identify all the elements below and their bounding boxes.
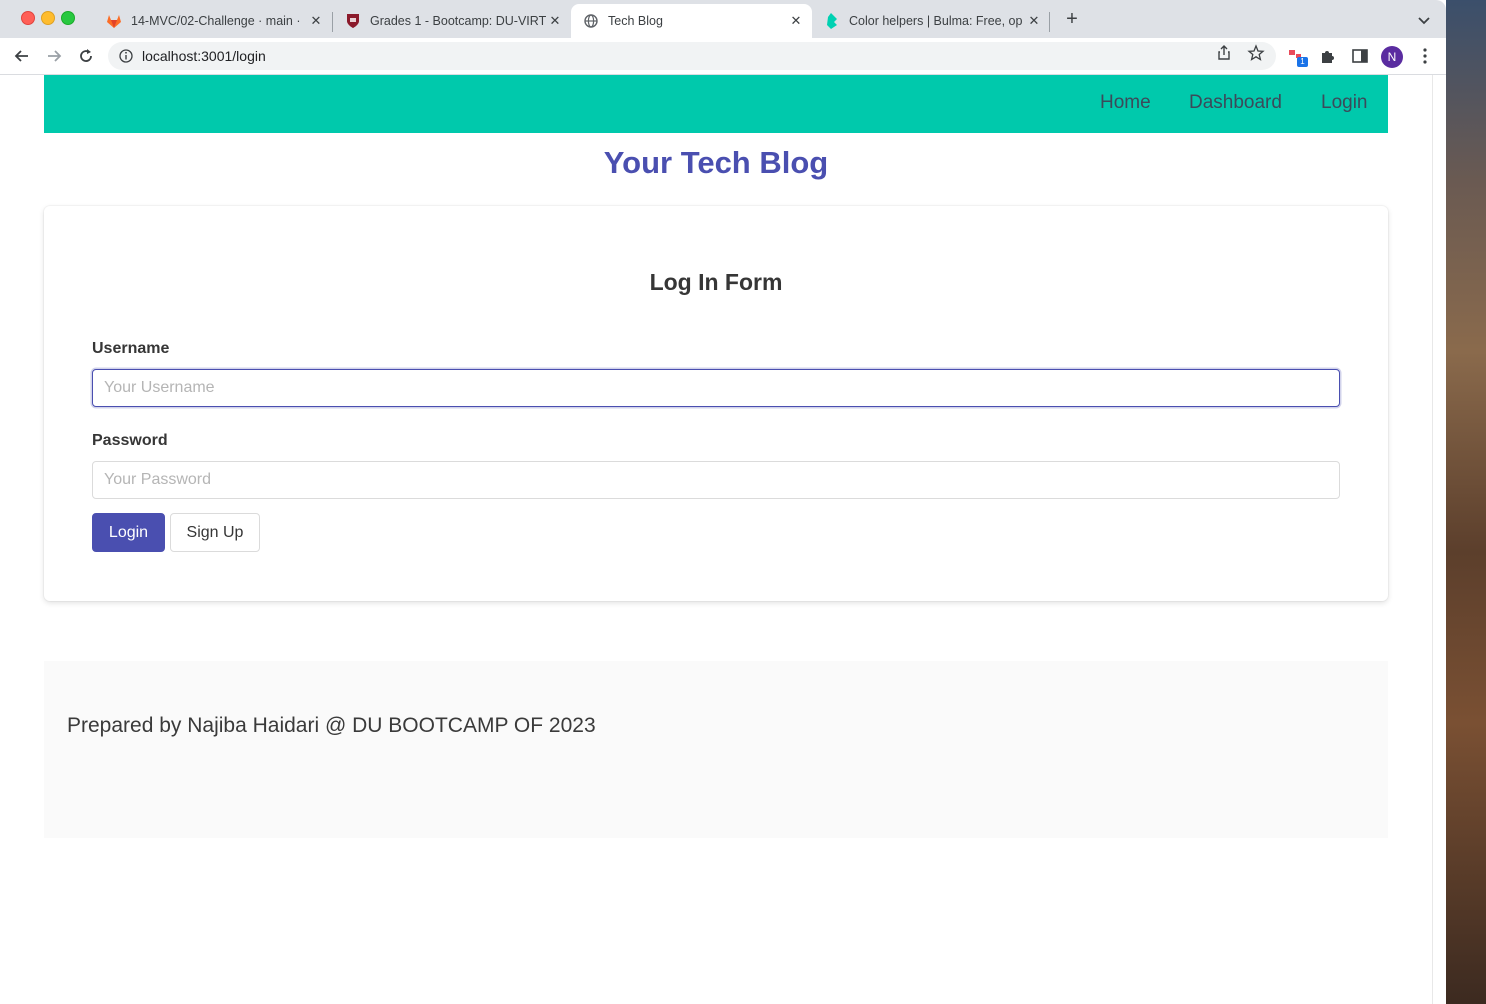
desktop-wallpaper <box>1446 0 1486 1004</box>
tab-divider <box>1049 12 1050 32</box>
tab-gitlab[interactable]: 14-MVC/02-Challenge · main · ✕ <box>94 4 332 38</box>
nav-login-link[interactable]: Login <box>1321 92 1368 114</box>
page-scrollbar[interactable] <box>1432 75 1446 1004</box>
forward-arrow-icon[interactable] <box>45 47 63 65</box>
nav-home-link[interactable]: Home <box>1100 92 1151 114</box>
username-input[interactable] <box>92 369 1340 407</box>
site-title: Your Tech Blog <box>603 145 829 180</box>
address-bar[interactable]: localhost:3001/login <box>108 42 1276 70</box>
close-icon[interactable]: ✕ <box>308 13 324 29</box>
puzzle-extensions-icon[interactable] <box>1319 47 1337 65</box>
gitlab-icon <box>106 13 122 29</box>
site-navbar: Home Dashboard Login <box>44 75 1388 133</box>
tab-title: 14-MVC/02-Challenge · main · <box>131 14 301 28</box>
minimize-window-button[interactable] <box>41 11 55 25</box>
reload-icon[interactable] <box>77 47 95 65</box>
side-panel-icon[interactable] <box>1351 47 1369 65</box>
globe-icon <box>583 13 599 29</box>
page-viewport: Home Dashboard Login Your Tech Blog Log … <box>0 75 1432 1004</box>
bookmark-star-icon[interactable] <box>1247 44 1265 62</box>
tab-title: Tech Blog <box>608 14 663 28</box>
login-button[interactable]: Login <box>92 513 165 552</box>
extension-icon[interactable]: 1 <box>1287 47 1308 67</box>
kebab-menu-icon[interactable] <box>1418 47 1432 65</box>
shield-crest-icon <box>345 13 361 29</box>
new-tab-button[interactable]: + <box>1062 9 1082 30</box>
password-label: Password <box>92 432 168 449</box>
tab-bulma[interactable]: Color helpers | Bulma: Free, op ✕ <box>812 4 1050 38</box>
tab-title: Grades 1 - Bootcamp: DU-VIRT <box>370 14 547 28</box>
nav-dashboard-link[interactable]: Dashboard <box>1189 92 1282 114</box>
footer-credit: Prepared by Najiba Haidari @ DU BOOTCAMP… <box>67 714 596 737</box>
password-input[interactable] <box>92 461 1340 499</box>
maximize-window-button[interactable] <box>61 11 75 25</box>
info-icon[interactable] <box>119 49 133 63</box>
browser-toolbar: localhost:3001/login 1 N <box>0 38 1446 75</box>
form-title: Log In Form <box>649 269 783 295</box>
browser-window: 14-MVC/02-Challenge · main · ✕ Grades 1 … <box>0 0 1446 1004</box>
url-text: localhost:3001/login <box>142 48 266 64</box>
username-label: Username <box>92 340 170 357</box>
close-icon[interactable]: ✕ <box>788 13 804 29</box>
profile-avatar[interactable]: N <box>1381 46 1403 68</box>
signup-button[interactable]: Sign Up <box>170 513 260 552</box>
close-icon[interactable]: ✕ <box>1026 13 1042 29</box>
tab-title: Color helpers | Bulma: Free, op <box>849 14 1023 28</box>
chevron-down-icon[interactable] <box>1416 12 1432 28</box>
tab-tech-blog[interactable]: Tech Blog ✕ <box>571 4 812 38</box>
site-footer: Prepared by Najiba Haidari @ DU BOOTCAMP… <box>44 661 1388 838</box>
login-card: Log In Form Username Password Login Sign… <box>44 206 1388 601</box>
tab-strip: 14-MVC/02-Challenge · main · ✕ Grades 1 … <box>0 0 1446 38</box>
share-icon[interactable] <box>1215 44 1233 62</box>
bulma-icon <box>824 13 840 29</box>
tab-grades[interactable]: Grades 1 - Bootcamp: DU-VIRT ✕ <box>333 4 571 38</box>
close-window-button[interactable] <box>21 11 35 25</box>
back-arrow-icon[interactable] <box>13 47 31 65</box>
close-icon[interactable]: ✕ <box>547 13 563 29</box>
extension-badge: 1 <box>1297 57 1308 67</box>
